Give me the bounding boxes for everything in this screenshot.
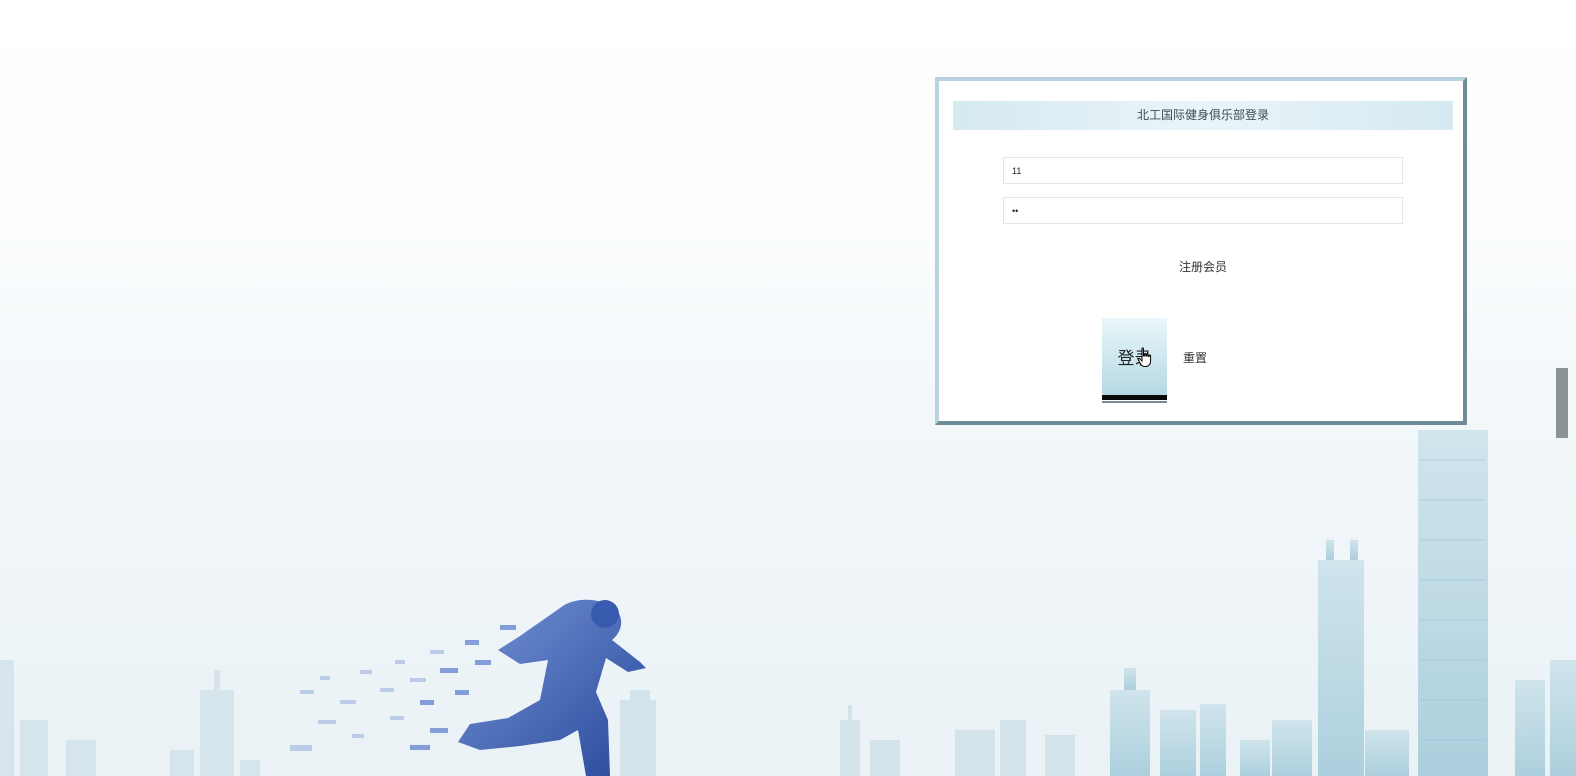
register-member-link[interactable]: 注册会员 [1179,258,1227,275]
skyline-right [1110,430,1576,776]
skyline-middle [620,690,1075,776]
login-button[interactable]: 登录 [1102,318,1167,403]
username-input[interactable] [1003,157,1403,184]
runner-figure [290,599,646,776]
login-title: 北工国际健身俱乐部登录 [953,101,1453,130]
scrollbar-thumb[interactable] [1556,368,1568,438]
skyline-left [0,660,260,776]
login-panel: 北工国际健身俱乐部登录 注册会员 登录 重置 [935,77,1467,425]
reset-button[interactable]: 重置 [1183,349,1207,366]
password-input[interactable] [1003,197,1403,224]
